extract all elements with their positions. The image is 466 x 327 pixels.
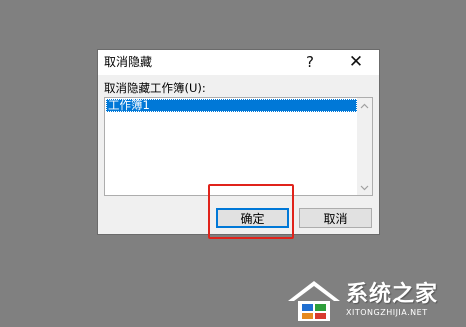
cancel-button[interactable]: 取消 [299, 208, 372, 228]
scroll-down-icon[interactable] [357, 180, 372, 195]
watermark-title: 系统之家 [346, 281, 439, 307]
listbox-scrollbar[interactable] [357, 98, 372, 195]
dialog-titlebar[interactable]: 取消隐藏 ? ✕ [98, 50, 379, 75]
scroll-up-icon[interactable] [357, 98, 372, 113]
watermark-url: XITONGZHIJIA.NET [346, 307, 428, 317]
close-button[interactable]: ✕ [341, 50, 371, 75]
dialog-title: 取消隐藏 [104, 55, 153, 69]
house-logo-icon [288, 280, 340, 321]
list-item[interactable]: 工作簿1 [106, 99, 357, 112]
ok-highlight-box [208, 184, 294, 239]
watermark: 系统之家 XITONGZHIJIA.NET [284, 272, 466, 327]
workbook-listbox[interactable]: 工作簿1 [104, 97, 373, 196]
help-button[interactable]: ? [295, 50, 325, 75]
workbook-list-label: 取消隐藏工作簿(U): [104, 81, 206, 95]
watermark-text: 系统之家 XITONGZHIJIA.NET [346, 282, 438, 318]
